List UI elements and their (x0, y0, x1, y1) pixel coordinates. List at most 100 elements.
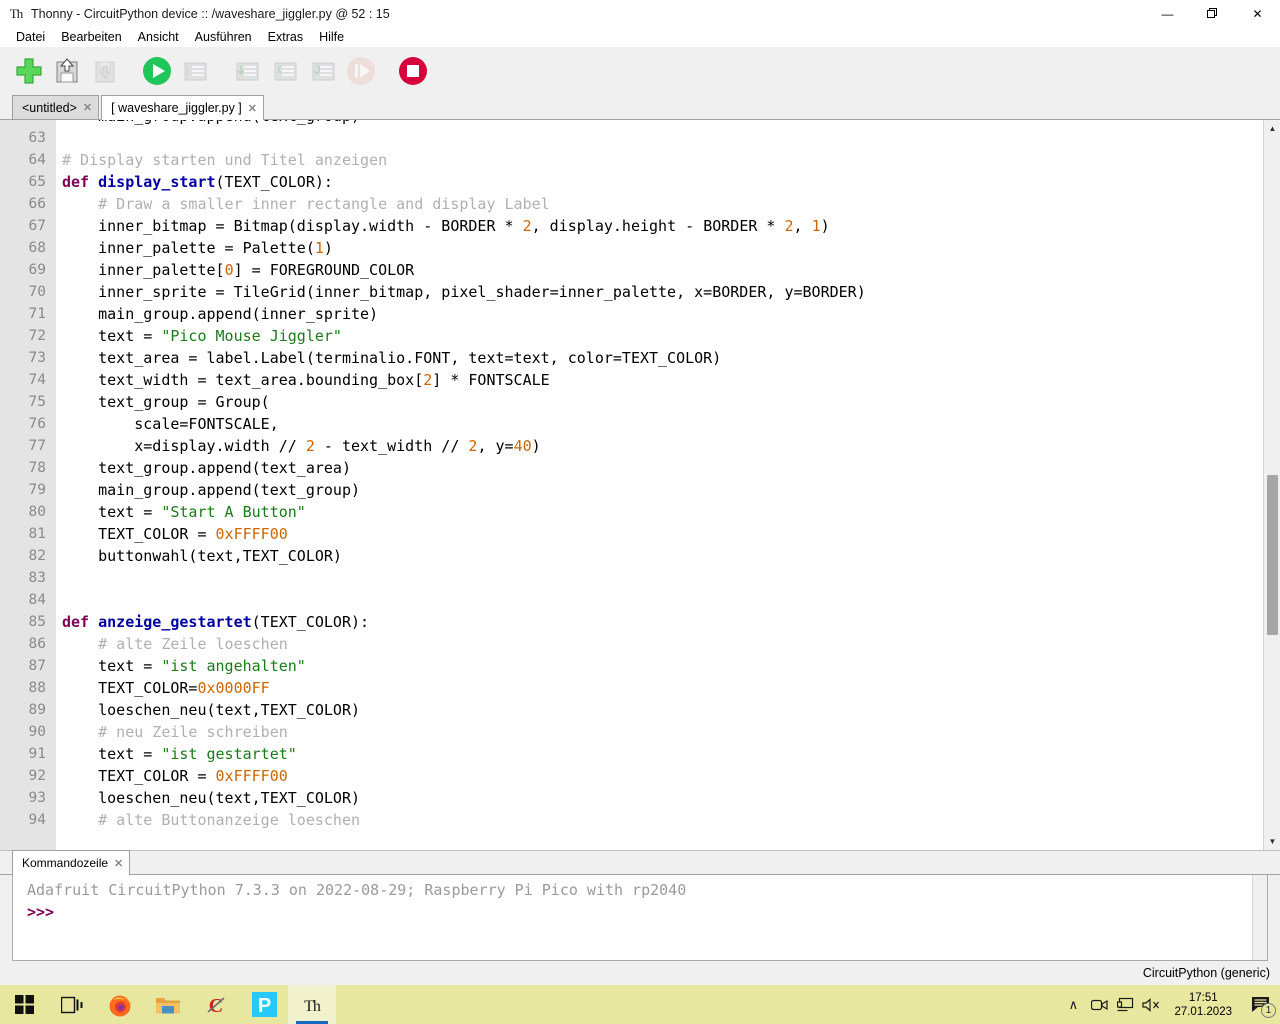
code-token: 0 (224, 261, 234, 279)
display-glyph (1116, 997, 1134, 1012)
scrollbar-thumb[interactable] (1267, 475, 1278, 635)
line-number-clipped (0, 120, 55, 127)
code-token: (TEXT_COLOR): (251, 613, 370, 631)
code-token: 1 (314, 239, 324, 257)
step-into-icon (274, 62, 297, 81)
code-line[interactable]: loeschen_neu(text,TEXT_COLOR) (56, 699, 1263, 721)
code-line[interactable]: buttonwahl(text,TEXT_COLOR) (56, 545, 1263, 567)
start-button[interactable] (0, 985, 48, 1024)
line-number: 64 (28, 152, 46, 168)
code-line[interactable]: inner_palette = Palette(1) (56, 237, 1263, 259)
code-line[interactable]: def display_start(TEXT_COLOR): (56, 171, 1263, 193)
resume-button[interactable] (342, 52, 380, 90)
code-text-area[interactable]: main_group.append(text_group) # Display … (56, 120, 1263, 850)
shell-panel[interactable]: Adafruit CircuitPython 7.3.3 on 2022-08-… (12, 875, 1268, 961)
tab-waveshare-jiggler[interactable]: [ waveshare_jiggler.py ] ✕ (101, 95, 264, 120)
shell-output[interactable]: Adafruit CircuitPython 7.3.3 on 2022-08-… (13, 875, 1252, 960)
code-line[interactable]: inner_bitmap = Bitmap(display.width - BO… (56, 215, 1263, 237)
editor-vertical-scrollbar[interactable]: ▲ ▼ (1263, 120, 1280, 850)
code-line[interactable]: # neu Zeile schreiben (56, 721, 1263, 743)
code-line[interactable]: x=display.width // 2 - text_width // 2, … (56, 435, 1263, 457)
code-line[interactable]: text = "Start A Button" (56, 501, 1263, 523)
code-line[interactable]: TEXT_COLOR = 0xFFFF00 (56, 765, 1263, 787)
code-token: inner_bitmap = Bitmap(display.width - BO… (62, 217, 523, 235)
code-line[interactable]: loeschen_neu(text,TEXT_COLOR) (56, 787, 1263, 809)
clock-time: 17:51 (1188, 991, 1218, 1004)
code-line[interactable]: text_group.append(text_area) (56, 457, 1263, 479)
code-line[interactable]: text_group = Group( (56, 391, 1263, 413)
code-token: ) (531, 437, 541, 455)
code-token: 2 (522, 217, 532, 235)
step-into-button[interactable] (266, 52, 304, 90)
firefox-button[interactable] (96, 985, 144, 1024)
interpreter-status[interactable]: CircuitPython (generic) (1143, 966, 1270, 980)
code-line[interactable]: TEXT_COLOR=0x0000FF (56, 677, 1263, 699)
thonny-button[interactable]: Th (288, 985, 336, 1024)
menu-bearbeiten[interactable]: Bearbeiten (53, 29, 129, 45)
show-hidden-icons-button[interactable]: ∧ (1060, 985, 1086, 1024)
code-line[interactable]: TEXT_COLOR = 0xFFFF00 (56, 523, 1263, 545)
code-line[interactable]: def anzeige_gestartet(TEXT_COLOR): (56, 611, 1263, 633)
tab-untitled-close-icon[interactable]: ✕ (83, 101, 92, 114)
toolbar (0, 47, 1280, 95)
camera-icon[interactable] (1086, 985, 1112, 1024)
volume-muted-icon[interactable] (1138, 985, 1164, 1024)
menu-ansicht[interactable]: Ansicht (130, 29, 187, 45)
code-token: inner_palette[ (62, 261, 225, 279)
code-line[interactable]: main_group.append(inner_sprite) (56, 303, 1263, 325)
scroll-down-arrow-icon[interactable]: ▼ (1264, 833, 1280, 850)
code-line[interactable]: main_group.append(text_group) (56, 479, 1263, 501)
run-button[interactable] (138, 52, 176, 90)
network-display-icon[interactable] (1112, 985, 1138, 1024)
code-line[interactable]: scale=FONTSCALE, (56, 413, 1263, 435)
code-line[interactable]: text = "ist gestartet" (56, 743, 1263, 765)
tab-waveshare-jiggler-close-icon[interactable]: ✕ (248, 102, 257, 115)
shell-vertical-scrollbar[interactable] (1252, 875, 1267, 960)
menu-extras[interactable]: Extras (260, 29, 311, 45)
new-file-button[interactable] (10, 52, 48, 90)
open-file-button[interactable] (48, 52, 86, 90)
code-editor[interactable]: 63 64 65 66 67 68 69 70 71 72 73 74 75 76 77 78 79 80 81 82… (0, 120, 1280, 851)
code-line[interactable]: # Draw a smaller inner rectangle and dis… (56, 193, 1263, 215)
code-line[interactable]: text_width = text_area.bounding_box[2] *… (56, 369, 1263, 391)
close-button[interactable]: ✕ (1235, 0, 1280, 27)
chrome-c-button[interactable]: C (192, 985, 240, 1024)
windows-logo-icon (14, 995, 34, 1014)
clock[interactable]: 17:51 27.01.2023 (1164, 985, 1242, 1024)
code-line[interactable]: text = "ist angehalten" (56, 655, 1263, 677)
scroll-up-arrow-icon[interactable]: ▲ (1264, 120, 1280, 137)
minimize-button[interactable]: — (1145, 0, 1190, 27)
task-view-button[interactable] (48, 985, 96, 1024)
shell-banner-text: Adafruit CircuitPython 7.3.3 on 2022-08-… (27, 881, 687, 899)
save-file-button[interactable] (86, 52, 124, 90)
code-line[interactable]: inner_palette[0] = FOREGROUND_COLOR (56, 259, 1263, 281)
debug-button[interactable] (176, 52, 214, 90)
code-line[interactable] (56, 127, 1263, 149)
code-line[interactable]: text_area = label.Label(terminalio.FONT,… (56, 347, 1263, 369)
code-line[interactable] (56, 589, 1263, 611)
code-line[interactable] (56, 567, 1263, 589)
code-line[interactable]: inner_sprite = TileGrid(inner_bitmap, pi… (56, 281, 1263, 303)
svg-text:Th: Th (304, 998, 321, 1015)
code-line[interactable]: # alte Buttonanzeige loeschen (56, 809, 1263, 831)
line-number: 79 (28, 482, 46, 498)
pdf-button[interactable]: P (240, 985, 288, 1024)
maximize-restore-button[interactable] (1190, 0, 1235, 27)
menu-ausfuehren[interactable]: Ausführen (187, 29, 260, 45)
code-line[interactable]: text = "Pico Mouse Jiggler" (56, 325, 1263, 347)
step-over-button[interactable] (228, 52, 266, 90)
tab-kommandozeile-close-icon[interactable]: ✕ (114, 857, 123, 870)
file-explorer-button[interactable] (144, 985, 192, 1024)
menu-datei[interactable]: Datei (8, 29, 53, 45)
code-line[interactable]: # alte Zeile loeschen (56, 633, 1263, 655)
code-token: display_start (98, 173, 216, 191)
stop-button[interactable] (394, 52, 432, 90)
code-line[interactable]: # Display starten und Titel anzeigen (56, 149, 1263, 171)
menu-hilfe[interactable]: Hilfe (311, 29, 352, 45)
notification-center-button[interactable]: 1 (1242, 985, 1280, 1024)
step-out-button[interactable] (304, 52, 342, 90)
code-token: x=display.width // (62, 437, 306, 455)
tab-untitled[interactable]: <untitled> ✕ (12, 95, 100, 119)
tab-kommandozeile[interactable]: Kommandozeile ✕ (12, 850, 131, 875)
notification-badge: 1 (1261, 1003, 1276, 1018)
